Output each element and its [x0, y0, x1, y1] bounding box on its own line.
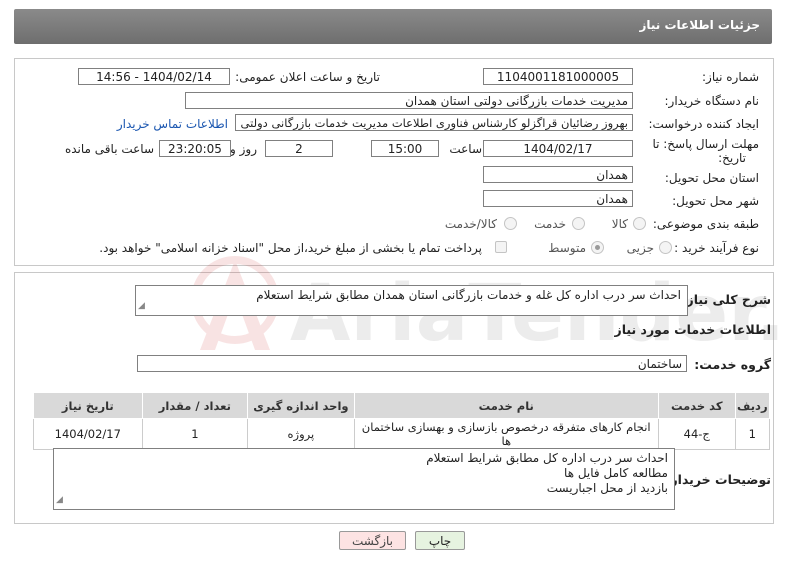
deadline-label: مهلت ارسال پاسخ: تا — [652, 137, 759, 151]
announce-field: 1404/02/14 - 14:56 — [78, 68, 230, 85]
province-label: استان محل تحویل: — [664, 171, 759, 185]
col-unit: واحد اندازه گیری — [247, 392, 355, 419]
summary-label: شرح کلی نیاز: — [681, 292, 771, 307]
buyer-notes-textarea[interactable]: احداث سر درب اداره کل مطابق شرایط استعلا… — [53, 448, 675, 510]
announce-label: تاریخ و ساعت اعلان عمومی: — [235, 70, 380, 84]
services-table: ردیف کد خدمت نام خدمت واحد اندازه گیری ت… — [33, 392, 771, 450]
deadline-time-label: ساعت — [449, 142, 482, 156]
category-service-label: خدمت — [534, 217, 566, 231]
buyer-notes-line: مطالعه کامل فایل ها — [564, 466, 668, 480]
services-section-title: اطلاعات خدمات مورد نیاز — [614, 322, 772, 337]
cell-row: 1 — [734, 418, 771, 450]
cell-service-code: ج-44 — [657, 418, 736, 450]
remaining-label: ساعت باقی مانده — [64, 142, 154, 156]
buyer-notes-label: توضیحات خریدار: — [665, 472, 771, 487]
category-goods-service-radio[interactable] — [504, 217, 517, 230]
city-field: همدان — [483, 190, 633, 207]
cell-unit: پروژه — [247, 418, 355, 450]
creator-label: ایجاد کننده درخواست: — [648, 117, 759, 131]
buyer-notes-line: احداث سر درب اداره کل مطابق شرایط استعلا… — [426, 451, 668, 465]
buyer-notes-line: بازدید از محل اجباریست — [546, 481, 668, 495]
col-service-name: نام خدمت — [353, 392, 659, 419]
table-header-row: ردیف کد خدمت نام خدمت واحد اندازه گیری ت… — [33, 392, 771, 419]
deadline-date-field: 1404/02/17 — [483, 140, 633, 157]
category-goods-label: کالا — [611, 217, 628, 231]
creator-field: بهروز رضائیان قراگزلو کارشناس فناوری اطل… — [235, 114, 633, 131]
resize-grip-icon: ◢ — [138, 301, 145, 311]
summary-text: احداث سر درب اداره کل غله و خدمات بازرگا… — [256, 288, 681, 302]
buyer-org-field: مدیریت خدمات بازرگانی دولتی استان همدان — [185, 92, 633, 109]
summary-textarea[interactable]: احداث سر درب اداره کل غله و خدمات بازرگا… — [135, 285, 688, 316]
need-number-label: شماره نیاز: — [702, 70, 759, 84]
resize-grip-icon: ◢ — [56, 495, 63, 505]
remaining-time-field: 23:20:05 — [159, 140, 231, 157]
page-header: جزئیات اطلاعات نیاز — [14, 9, 772, 44]
category-label: طبقه بندی موضوعی: — [652, 217, 759, 231]
category-goods-service-label: کالا/خدمت — [444, 217, 497, 231]
col-need-date: تاریخ نیاز — [33, 392, 143, 419]
city-label: شهر محل تحویل: — [672, 194, 759, 208]
service-group-label: گروه خدمت: — [694, 357, 771, 372]
col-row: ردیف — [734, 392, 771, 419]
page-title: جزئیات اطلاعات نیاز — [639, 18, 760, 32]
deadline-time-field: 15:00 — [371, 140, 439, 157]
need-info-panel — [14, 58, 774, 266]
back-button[interactable]: بازگشت — [339, 531, 406, 550]
buyer-org-label: نام دستگاه خریدار: — [664, 94, 760, 108]
buyer-contact-link[interactable]: اطلاعات تماس خریدار — [117, 117, 228, 131]
category-goods-radio[interactable] — [633, 217, 646, 230]
cell-need-date: 1404/02/17 — [33, 418, 143, 450]
need-number-field: 1104001181000005 — [483, 68, 633, 85]
deadline-label-2: تاریخ: — [718, 151, 746, 165]
days-label: روز و — [230, 142, 257, 156]
province-field: همدان — [483, 166, 633, 183]
col-quantity: تعداد / مقدار — [141, 392, 249, 419]
print-button[interactable]: چاپ — [415, 531, 465, 550]
service-group-field: ساختمان — [137, 355, 687, 372]
table-row: 1 ج-44 انجام کارهای متفرقه درخصوص بازساز… — [33, 418, 771, 450]
cell-service-name: انجام کارهای متفرقه درخصوص بازسازی و بهس… — [353, 418, 659, 450]
cell-quantity: 1 — [141, 418, 249, 450]
days-field: 2 — [265, 140, 333, 157]
col-service-code: کد خدمت — [657, 392, 736, 419]
category-service-radio[interactable] — [572, 217, 585, 230]
